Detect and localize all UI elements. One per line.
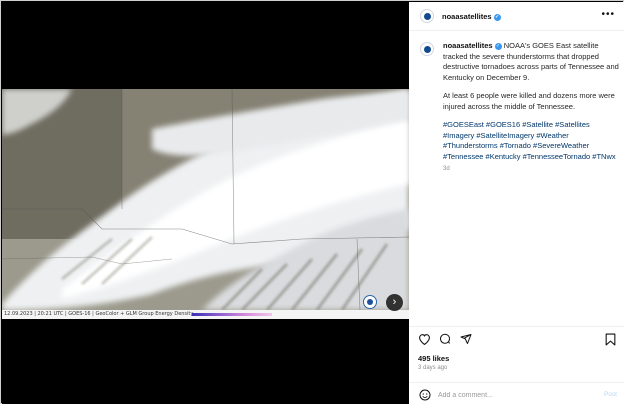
post-media: 12.09.2023 | 20:21 UTC | GOES-16 | GeoCo… <box>2 2 409 404</box>
comment-input[interactable] <box>438 389 588 401</box>
chevron-right-icon: › <box>392 296 397 308</box>
caption-paragraph-2: At least 6 people were killed and dozens… <box>443 91 615 111</box>
satellite-image <box>2 89 409 310</box>
heart-icon[interactable] <box>418 333 431 345</box>
comment-icon[interactable] <box>439 333 451 345</box>
share-icon[interactable] <box>460 333 472 345</box>
username-text[interactable]: noaasatellites <box>442 12 492 21</box>
glm-color-scale <box>192 313 272 316</box>
post-modal: 12.09.2023 | 20:21 UTC | GOES-16 | GeoCo… <box>0 0 624 404</box>
post-comment-button[interactable]: Post <box>604 391 617 398</box>
caption-text: noaasatellites ✓ NOAA's GOES East satelli… <box>443 41 619 175</box>
caption-hashtags[interactable]: #GOESEast #GOES16 #Satellite #Satellites… <box>443 120 619 162</box>
emoji-icon[interactable] <box>419 389 431 401</box>
post-header: noaasatellites ✓ ••• <box>409 2 624 31</box>
caption-avatar[interactable] <box>420 42 434 56</box>
verified-badge-icon: ✓ <box>494 42 502 50</box>
avatar[interactable] <box>420 9 434 23</box>
verified-badge-icon: ✓ <box>493 13 501 21</box>
post-details-panel: noaasatellites ✓ ••• noaasatellites ✓ NOAA… <box>409 2 624 404</box>
more-options-icon[interactable]: ••• <box>601 9 615 20</box>
caption-username[interactable]: noaasatellites <box>443 41 493 50</box>
comment-box: Post <box>409 382 624 404</box>
caption-paragraph-1: noaasatellites ✓ NOAA's GOES East satelli… <box>443 41 619 83</box>
next-image-button[interactable]: › <box>386 294 403 311</box>
likes-count[interactable]: 495 likes <box>418 354 449 363</box>
caption-section: noaasatellites ✓ NOAA's GOES East satelli… <box>409 32 624 325</box>
action-bar: 495 likes 3 days ago Post <box>409 326 624 404</box>
bookmark-icon[interactable] <box>605 333 616 346</box>
header-username[interactable]: noaasatellites ✓ <box>442 12 501 21</box>
post-timestamp: 3 days ago <box>418 365 448 371</box>
caption-age: 3d <box>443 166 450 172</box>
noaa-logo-icon <box>363 295 377 309</box>
